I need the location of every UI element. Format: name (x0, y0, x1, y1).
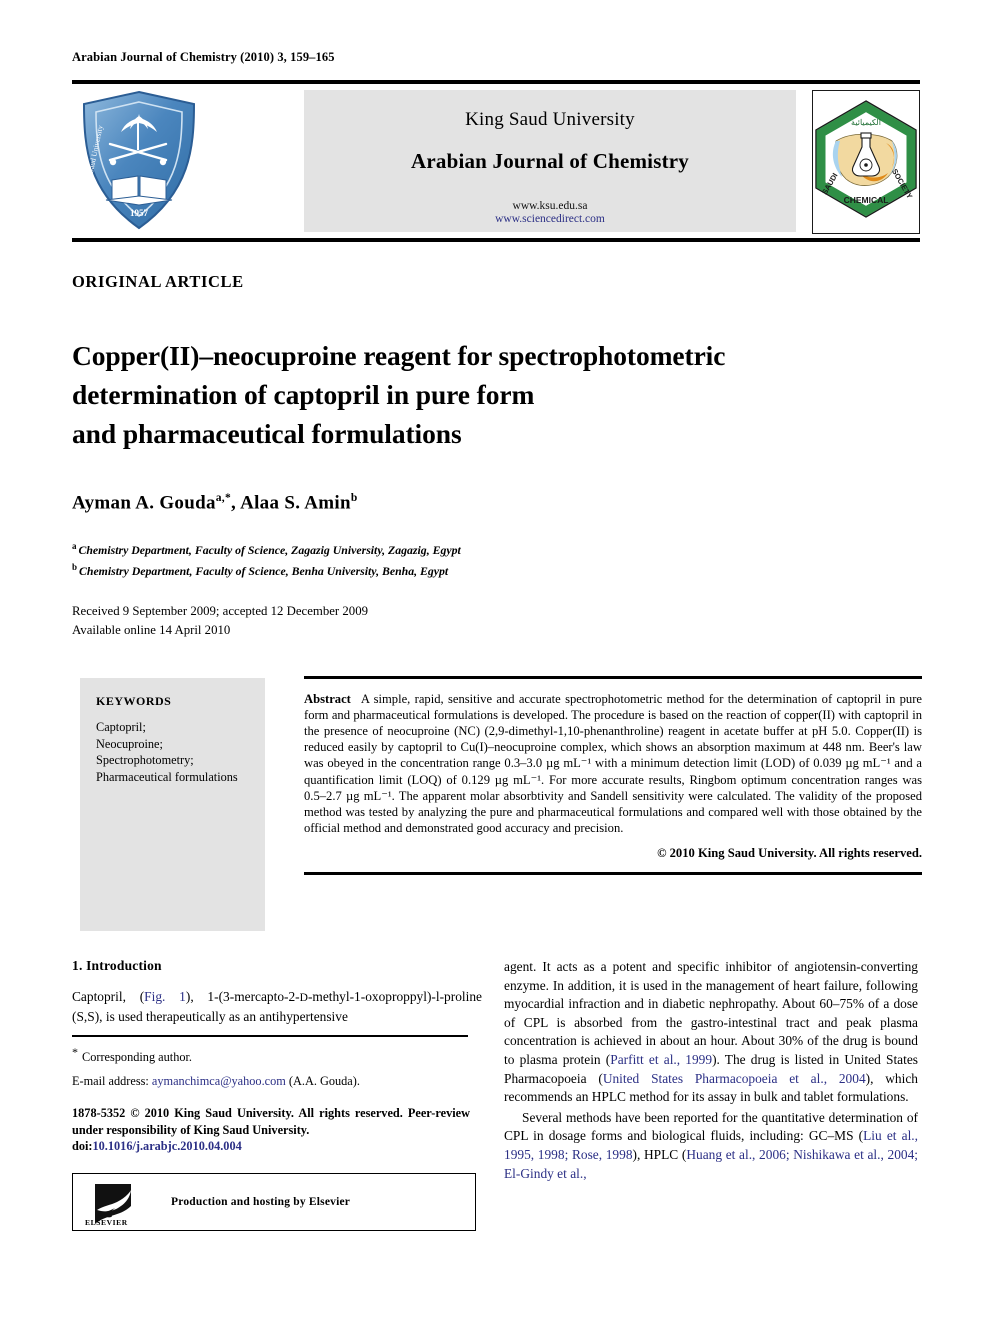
publisher-name: King Saud University (465, 109, 635, 130)
journal-masthead: 1957 King Saud University King Saud Univ… (72, 88, 920, 234)
ksu-url[interactable]: www.ksu.edu.sa (304, 200, 796, 212)
svg-text:الكيميائية: الكيميائية (851, 118, 881, 127)
email-link[interactable]: aymanchimca@yahoo.com (152, 1074, 286, 1088)
keywords-panel: KEYWORDS Captopril; Neocuproine; Spectro… (80, 678, 265, 931)
right-text-4: Several methods have been reported for t… (504, 1109, 918, 1144)
affiliation-a: a Chemistry Department, Faculty of Scienc… (72, 538, 461, 559)
body-column-left: 1. Introduction Captopril, (Fig. 1), 1-(… (72, 958, 482, 1231)
abstract-bottom-rule (304, 872, 922, 875)
author-list: Ayman A. Goudaa,*, Alaa S. Aminb (72, 492, 358, 514)
right-text-1: agent. It acts as a potent and specific … (504, 959, 918, 1067)
intro-paragraph-right: agent. It acts as a potent and specific … (504, 958, 918, 1107)
masthead-center-panel: King Saud University Arabian Journal of … (304, 90, 796, 232)
keywords-heading: KEYWORDS (96, 694, 172, 708)
doi-link[interactable]: 10.1016/j.arabjc.2010.04.004 (93, 1139, 242, 1153)
king-saud-university-logo-icon: 1957 King Saud University (76, 88, 202, 234)
intro-stereo-d: D (299, 992, 308, 1004)
doi-label: doi: (72, 1139, 93, 1154)
journal-name: Arabian Journal of Chemistry (410, 149, 689, 173)
title-line-2: determination of captopril in pure form (72, 379, 535, 411)
title-line-1: Copper(II)–neocuproine reagent for spect… (72, 340, 726, 372)
section-heading-introduction: 1. Introduction (72, 958, 162, 973)
abstract-text: A simple, rapid, sensitive and accurate … (304, 691, 922, 836)
affiliation-b-text: Chemistry Department, Faculty of Science… (79, 563, 449, 578)
email-owner: (A.A. Gouda). (288, 1073, 360, 1088)
intro-text-post: ), 1-(3-mercapto-2- (185, 989, 300, 1004)
article-type-label: ORIGINAL ARTICLE (72, 272, 244, 291)
masthead-bottom-rule (72, 238, 920, 242)
title-line-3: and pharmaceutical formulations (72, 418, 462, 450)
elsevier-wordmark: ELSEVIER (85, 1217, 128, 1227)
elsevier-hosting-text: Production and hosting by Elsevier (171, 1195, 351, 1208)
paper-page: Arabian Journal of Chemistry (2010) 3, 1… (0, 0, 992, 1323)
footnote-separator-rule (72, 1035, 468, 1038)
email-label: E-mail address: (72, 1073, 149, 1088)
abstract-body: Abstract A simple, rapid, sensitive and a… (304, 691, 922, 837)
corresponding-author-text: Corresponding author. (82, 1050, 192, 1065)
available-online-date: Available online 14 April 2010 (72, 623, 231, 637)
sciencedirect-url[interactable]: www.sciencedirect.com (304, 213, 796, 225)
affiliation-list: a Chemistry Department, Faculty of Scienc… (72, 538, 461, 580)
intro-text-pre: Captopril, ( (72, 989, 145, 1004)
issn-copyright-block: 1878-5352 © 2010 King Saud University. A… (72, 1105, 470, 1155)
author-2-marker: b (350, 492, 358, 504)
abstract-label: Abstract (304, 691, 351, 706)
citation-usp[interactable]: United States Pharmacopoeia et al., 2004 (603, 1071, 866, 1086)
affiliation-b: b Chemistry Department, Faculty of Scienc… (72, 559, 461, 580)
affiliation-b-marker: b (72, 561, 78, 572)
figure-1-link[interactable]: Fig. 1 (144, 989, 186, 1004)
page-title: Copper(II)–neocuproine reagent for spect… (72, 336, 862, 453)
affiliation-a-text: Chemistry Department, Faculty of Science… (78, 542, 461, 557)
svg-text:CHEMICAL: CHEMICAL (844, 195, 889, 205)
body-column-right: agent. It acts as a potent and specific … (504, 958, 918, 1185)
keywords-list: Captopril; Neocuproine; Spectrophotometr… (96, 720, 238, 784)
abstract-block: Abstract A simple, rapid, sensitive and a… (304, 676, 922, 875)
abstract-top-rule (304, 676, 922, 679)
right-text-5: ), HPLC ( (632, 1146, 687, 1162)
author-1-marker: a,* (215, 492, 232, 504)
issn-text: 1878-5352 © 2010 King Saud University. A… (72, 1106, 470, 1137)
footnote-email: E-mail address: aymanchimca@yahoo.com (A… (72, 1073, 482, 1090)
author-1-name: Ayman A. Gouda (72, 492, 216, 514)
svg-text:1957: 1957 (130, 208, 149, 218)
author-separator: , Alaa S. Amin (231, 492, 351, 514)
citation-parfitt[interactable]: Parfitt et al., 1999 (610, 1052, 712, 1067)
saudi-chemical-society-logo-icon: الكيميائية SAUDI SOCIETY CHEMICAL (812, 90, 920, 234)
methods-paragraph-right: Several methods have been reported for t… (504, 1109, 918, 1183)
intro-paragraph-left: Captopril, (Fig. 1), 1-(3-mercapto-2-D-m… (72, 988, 482, 1026)
publication-dates: Received 9 September 2009; accepted 12 D… (72, 602, 368, 640)
received-date: Received 9 September 2009; accepted 12 D… (72, 604, 368, 618)
elsevier-production-box: ELSEVIER Production and hosting by Elsev… (72, 1172, 476, 1231)
footnote-corresponding-author: * Corresponding author. (72, 1044, 482, 1066)
running-head: Arabian Journal of Chemistry (2010) 3, 1… (72, 50, 335, 64)
abstract-copyright: © 2010 King Saud University. All rights … (657, 846, 922, 861)
masthead-top-rule (72, 80, 920, 84)
asterisk-icon: * (72, 1045, 78, 1060)
